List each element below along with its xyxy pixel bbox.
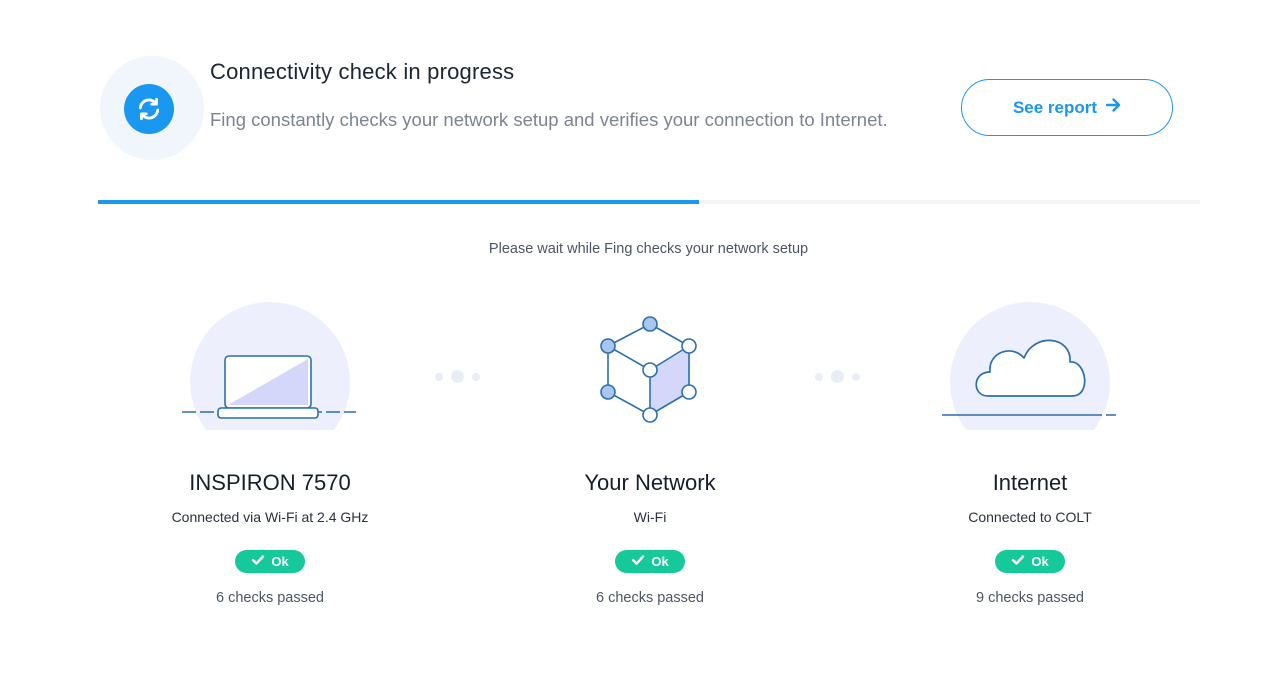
network-name: Your Network [584, 470, 716, 495]
dot [831, 370, 844, 383]
dot [852, 372, 860, 381]
dot [435, 372, 443, 381]
device-name: INSPIRON 7570 [189, 470, 351, 495]
internet-item: Internet Connected to COLT Ok 9 checks p… [900, 300, 1160, 606]
status-badge: Ok [615, 550, 685, 573]
laptop-icon [182, 302, 356, 462]
network-cube-icon [600, 316, 697, 423]
checks-count: 9 checks passed [975, 590, 1084, 606]
checkmark-icon [631, 554, 645, 569]
dot [472, 372, 480, 381]
see-report-label: See report [1012, 97, 1098, 117]
connection-dots [815, 370, 860, 383]
progress-bar-fill [98, 200, 699, 204]
internet-name: Internet [992, 470, 1068, 495]
laptop-illustration [140, 300, 400, 462]
dot [451, 370, 464, 383]
network-detail: Wi-Fi [633, 509, 667, 525]
network-illustration [520, 300, 780, 430]
sync-icon [124, 84, 174, 134]
checks-count: 6 checks passed [215, 590, 324, 606]
status-label: Ok [651, 554, 669, 569]
status-icon-background [100, 56, 204, 160]
checkmark-icon [251, 554, 265, 569]
status-badge: Ok [235, 550, 305, 573]
status-badge: Ok [995, 550, 1065, 573]
network-item: Your Network Wi-Fi Ok 6 checks passed [520, 300, 780, 606]
internet-detail: Connected to COLT [968, 509, 1092, 525]
cloud-icon [942, 302, 1116, 462]
connection-dots [435, 370, 480, 383]
page-title: Connectivity check in progress [210, 59, 515, 84]
status-label: Ok [1031, 554, 1049, 569]
wait-message: Please wait while Fing checks your netwo… [488, 241, 809, 257]
checkmark-icon [1011, 554, 1025, 569]
internet-illustration [900, 300, 1160, 462]
checks-count: 6 checks passed [595, 590, 704, 606]
device-detail: Connected via Wi-Fi at 2.4 GHz [171, 509, 369, 525]
dot [815, 372, 823, 381]
device-item: INSPIRON 7570 Connected via Wi-Fi at 2.4… [140, 300, 400, 606]
arrow-right-icon [1105, 97, 1121, 118]
connectivity-header: Connectivity check in progress Fing cons… [100, 56, 1200, 166]
page-subtitle: Fing constantly checks your network setu… [210, 109, 888, 130]
status-label: Ok [271, 554, 289, 569]
progress-bar [98, 200, 1200, 204]
see-report-button[interactable]: See report [961, 79, 1173, 136]
